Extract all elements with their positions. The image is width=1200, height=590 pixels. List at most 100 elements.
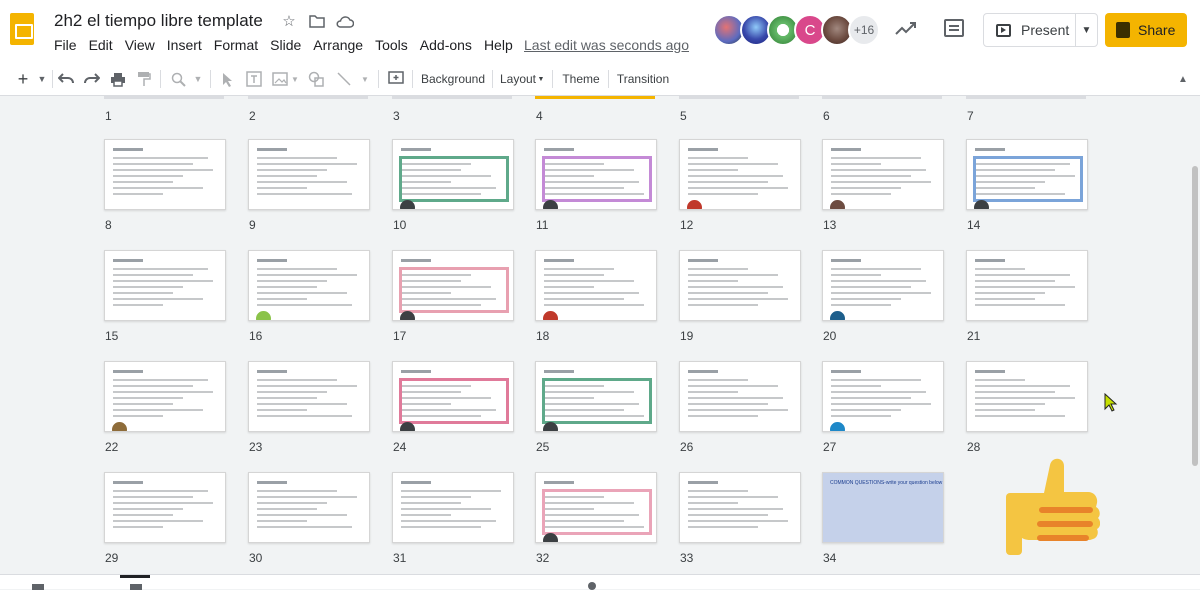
present-button[interactable]: Present ▼: [983, 13, 1098, 47]
scrollbar-thumb[interactable]: [1192, 166, 1198, 466]
slide-avatar-image: [830, 200, 845, 209]
layout-button[interactable]: Layout: [498, 68, 538, 90]
slide-text-line: [831, 379, 921, 381]
slide-thumbnail[interactable]: [966, 361, 1088, 432]
menu-insert[interactable]: Insert: [167, 37, 210, 53]
slide-thumbnail-edge[interactable]: [535, 96, 655, 99]
shape-icon[interactable]: [306, 68, 326, 90]
select-cursor-icon[interactable]: [218, 68, 238, 90]
slide-thumbnail[interactable]: [966, 139, 1088, 210]
share-button[interactable]: Share: [1105, 13, 1187, 47]
cloud-saved-icon[interactable]: [336, 12, 354, 30]
slide-thumbnail[interactable]: COMMON QUESTIONS-write your question bel…: [822, 472, 944, 543]
slide-thumbnail[interactable]: [392, 472, 514, 543]
slide-thumbnail-edge[interactable]: [392, 96, 512, 99]
menu-tools[interactable]: Tools: [375, 37, 416, 53]
slide-thumbnail[interactable]: [104, 250, 226, 321]
comment-history-icon[interactable]: [944, 19, 964, 37]
image-icon[interactable]: [270, 68, 290, 90]
slide-text-line: [257, 169, 327, 171]
slide-text-line: [544, 268, 614, 270]
redo-icon[interactable]: [82, 68, 102, 90]
slide-thumbnail-edge[interactable]: [104, 96, 224, 99]
menu-format[interactable]: Format: [214, 37, 266, 53]
new-slide-icon[interactable]: +: [14, 68, 32, 90]
slide-number: 33: [680, 551, 694, 565]
document-title[interactable]: 2h2 el tiempo libre template: [54, 11, 263, 31]
slide-thumbnail[interactable]: [679, 472, 801, 543]
print-icon[interactable]: [108, 68, 128, 90]
menu-help[interactable]: Help: [484, 37, 521, 53]
slide-thumbnail[interactable]: [535, 250, 657, 321]
slide-thumbnail-edge[interactable]: [966, 96, 1086, 99]
slide-thumbnail[interactable]: [535, 139, 657, 210]
more-collaborators-count[interactable]: +16: [848, 14, 880, 46]
slide-thumbnail[interactable]: [535, 361, 657, 432]
menu-edit[interactable]: Edit: [89, 37, 121, 53]
slides-logo-icon[interactable]: [10, 13, 34, 45]
line-chevron-icon[interactable]: ▼: [360, 68, 370, 90]
transition-button[interactable]: Transition: [614, 68, 672, 90]
slide-thumbnail[interactable]: [248, 472, 370, 543]
slide-number: 19: [680, 329, 694, 343]
menu-slide[interactable]: Slide: [270, 37, 309, 53]
slide-thumbnail[interactable]: [679, 139, 801, 210]
slide-thumbnail[interactable]: [248, 361, 370, 432]
new-slide-chevron-icon[interactable]: ▼: [36, 68, 48, 90]
layout-chevron-icon[interactable]: ▼: [536, 68, 546, 90]
slide-thumbnail[interactable]: [966, 250, 1088, 321]
slide-heading-placeholder: [975, 370, 1005, 373]
slide-heading-placeholder: [113, 481, 143, 484]
slide-thumbnail-edge[interactable]: [679, 96, 799, 99]
slide-number: 27: [823, 440, 837, 454]
slide-number: 25: [536, 440, 550, 454]
slide-text-line: [975, 280, 1055, 282]
zoom-icon[interactable]: [168, 68, 188, 90]
paint-format-icon[interactable]: [134, 68, 154, 90]
star-icon[interactable]: ☆: [280, 12, 298, 30]
move-to-folder-icon[interactable]: [308, 12, 326, 30]
slide-thumbnail[interactable]: [679, 361, 801, 432]
slide-thumbnail[interactable]: [392, 361, 514, 432]
slide-thumbnail[interactable]: [248, 250, 370, 321]
menu-arrange[interactable]: Arrange: [313, 37, 371, 53]
collapse-toolbar-chevron-icon[interactable]: ▲: [1176, 68, 1190, 90]
menu-file[interactable]: File: [54, 37, 85, 53]
slide-heading-placeholder: [113, 148, 143, 151]
slide-thumbnail[interactable]: [392, 250, 514, 321]
slide-thumbnail[interactable]: [392, 139, 514, 210]
image-chevron-icon[interactable]: ▼: [290, 68, 300, 90]
slide-thumbnail[interactable]: [535, 472, 657, 543]
menu-add-ons[interactable]: Add-ons: [420, 37, 480, 53]
slide-heading-placeholder: [257, 259, 287, 262]
slide-thumbnail[interactable]: [679, 250, 801, 321]
line-icon[interactable]: [334, 68, 354, 90]
last-edit-link[interactable]: Last edit was seconds ago: [524, 37, 689, 53]
activity-trend-icon[interactable]: [895, 20, 917, 41]
slide-number: 34: [823, 551, 837, 565]
slide-thumbnail[interactable]: [822, 250, 944, 321]
slide-number: 6: [823, 109, 830, 123]
vertical-scrollbar[interactable]: [1190, 96, 1200, 574]
slide-thumbnail[interactable]: [822, 139, 944, 210]
grid-view-icon[interactable]: [130, 584, 142, 590]
slide-thumbnail-edge[interactable]: [248, 96, 368, 99]
add-comment-icon[interactable]: [386, 68, 406, 90]
slide-text-line: [975, 286, 1075, 288]
slide-thumbnail[interactable]: [104, 472, 226, 543]
menu-view[interactable]: View: [125, 37, 163, 53]
slide-thumbnail[interactable]: [104, 139, 226, 210]
slide-thumbnail-edge[interactable]: [822, 96, 942, 99]
theme-button[interactable]: Theme: [560, 68, 602, 90]
text-box-icon[interactable]: [244, 68, 264, 90]
undo-icon[interactable]: [56, 68, 76, 90]
background-button[interactable]: Background: [418, 68, 488, 90]
zoom-chevron-icon[interactable]: ▼: [192, 68, 204, 90]
filmstrip-view-icon[interactable]: [32, 584, 44, 590]
present-dropdown-chevron-icon[interactable]: ▼: [1075, 14, 1097, 46]
slide-thumbnail[interactable]: [822, 361, 944, 432]
slide-text-line: [544, 304, 644, 306]
slide-thumbnail[interactable]: [104, 361, 226, 432]
slide-text-line: [831, 169, 926, 171]
slide-thumbnail[interactable]: [248, 139, 370, 210]
